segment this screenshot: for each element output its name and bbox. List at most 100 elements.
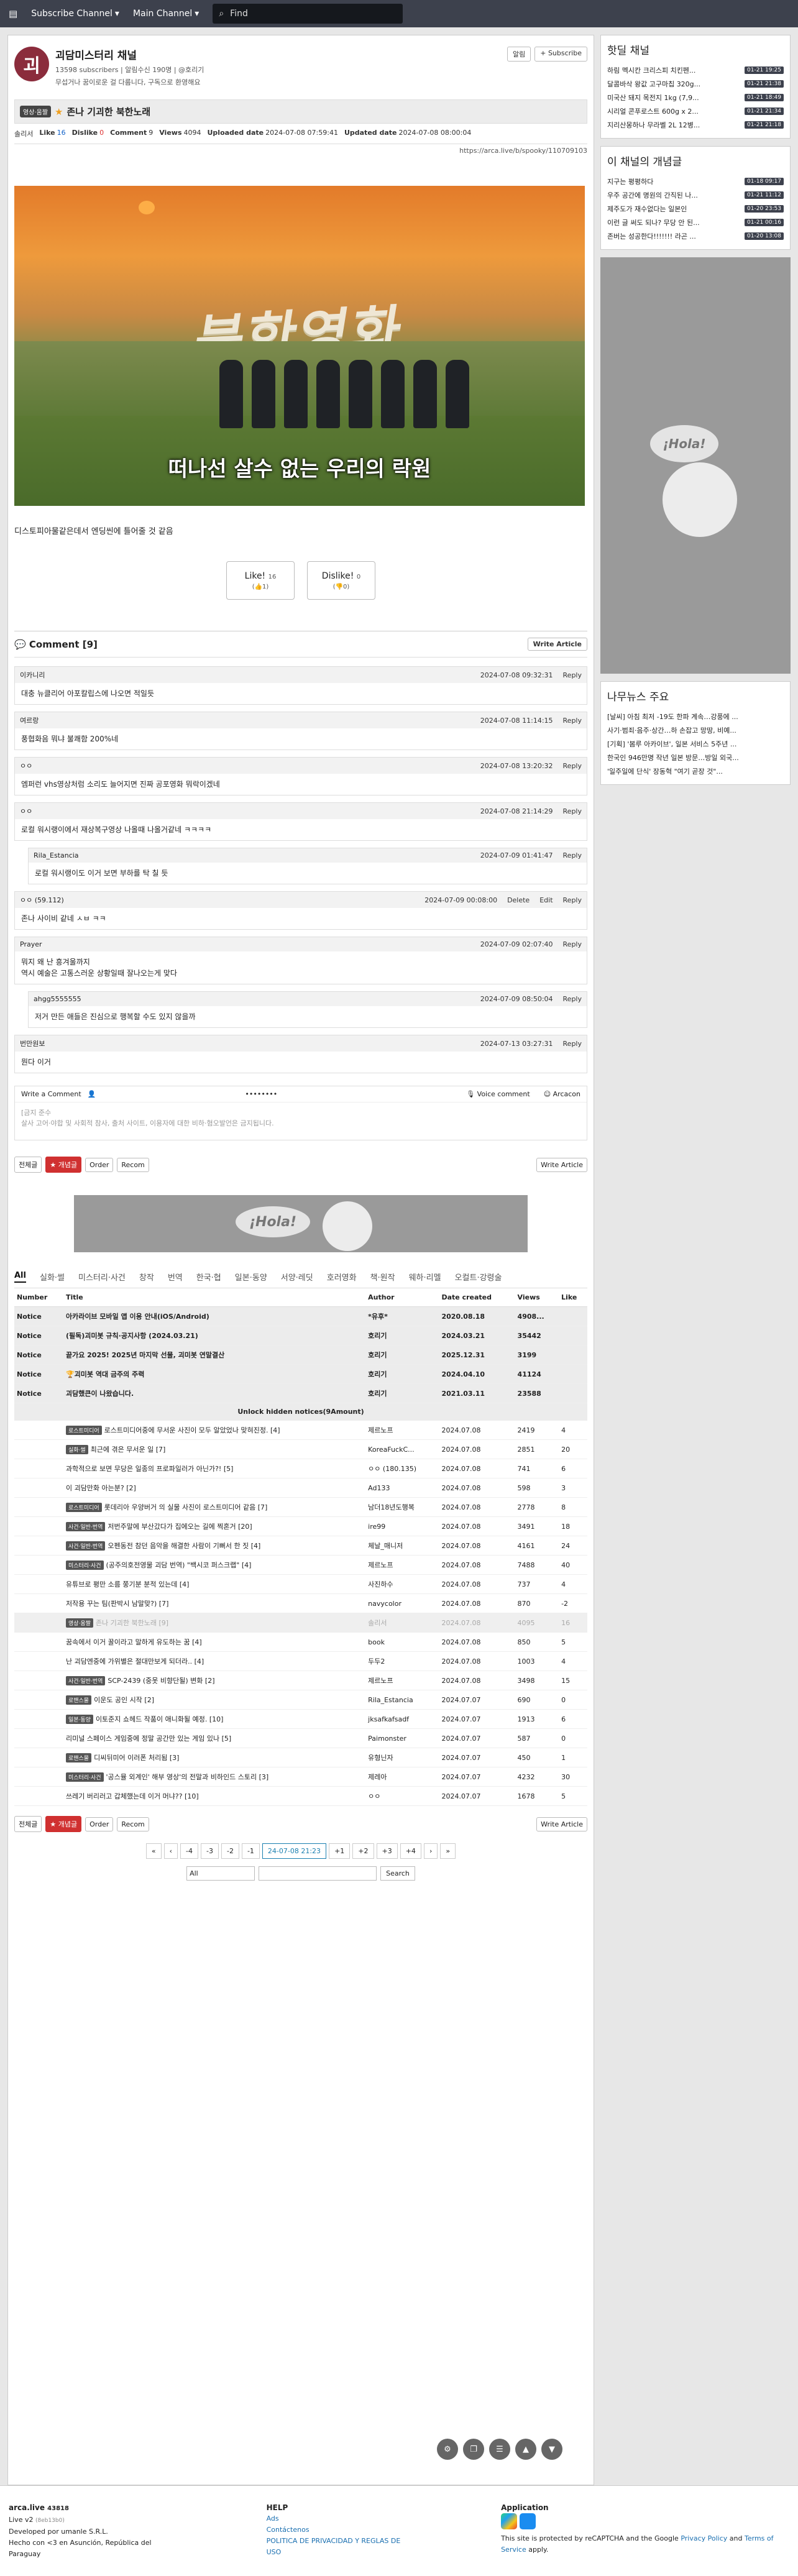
app-store-icon[interactable] (520, 2513, 536, 2529)
page-link[interactable]: -2 (221, 1843, 239, 1859)
cell-t[interactable]: 일본·동양 이토준지 쇼헤드 작품이 애니화될 예정. [10] (63, 1709, 366, 1729)
table-row[interactable]: 사건·일반·번역 저번주말에 부산갔다가 집에오는 길에 찍혼거 [20] ire9… (14, 1516, 587, 1536)
table-row[interactable]: 로맨스물 이운도 공인 시작 [2] Rila_Estancia 2024.07.07… (14, 1690, 587, 1710)
sidebar-link[interactable]: 달콤바삭 왕값 고구마칩 320g... 01-21 21:38 (607, 77, 784, 91)
sidebar-link[interactable]: 우주 공간에 명원의 간직된 나... 01-21 11:12 (607, 188, 784, 202)
page-link[interactable]: +1 (329, 1843, 351, 1859)
cell-t[interactable]: 실화·썰 최근에 겪은 무서운 일 [7] (63, 1439, 366, 1459)
ad-banner[interactable]: ¡Hola! (74, 1195, 528, 1252)
comment-author[interactable]: 번만원보 (20, 1038, 45, 1048)
reply-button[interactable]: Reply (563, 896, 582, 904)
table-row[interactable]: 일본·동양 이토준지 쇼헤드 작품이 애니화될 예정. [10] jksafkafs… (14, 1709, 587, 1729)
arcacon-button[interactable]: ☺ Arcacon (544, 1090, 580, 1098)
cell-t[interactable]: 사건·일반·번역 오펜동전 참던 음악을 해결한 사람이 기뻐서 한 짓 [4] (63, 1536, 366, 1556)
page-link[interactable]: -1 (241, 1843, 260, 1859)
comment-textarea[interactable]: [금지 준수 살사 고어·야합 및 사회적 참사, 출처 사이트, 이용자에 대… (15, 1102, 587, 1140)
best-posts-button[interactable]: ★ 개념글 (45, 1816, 82, 1832)
reply-button[interactable]: Reply (563, 717, 582, 725)
tab-category[interactable]: 호러영화 (327, 1271, 357, 1283)
cell-t[interactable]: 미스터리·사건 '공스뮬 외계인' 해부 영상'의 전말과 비하인드 스토리 [3… (63, 1767, 366, 1787)
news-link[interactable]: 한국인 946만명 작년 일본 방문…방일 외국... (607, 751, 784, 764)
reply-button[interactable]: Reply (563, 940, 582, 948)
comment-author[interactable]: 이카니리 (20, 670, 45, 680)
page-link[interactable]: 24-07-08 21:23 (262, 1843, 327, 1859)
tab-category[interactable]: 서양·레딧 (281, 1271, 313, 1283)
comment-author[interactable]: ahgg5555555 (34, 995, 81, 1003)
cell-t[interactable]: 리미널 스페이스 게임중에 정말 공간만 있는 게임 있나 [5] (63, 1728, 366, 1748)
cell-t[interactable]: 사건·일반·번역 저번주말에 부산갔다가 집에오는 길에 찍혼거 [20] (63, 1516, 366, 1536)
tab-category[interactable]: 번역 (168, 1271, 183, 1283)
cell-t[interactable]: 저작용 꾸는 팀(판박시 남말맞?) [7] (63, 1593, 366, 1613)
edit-button[interactable]: Edit (539, 896, 553, 904)
cell-t[interactable]: 꿈속에서 이거 꿀이라고 말하게 유도하는 꿈 [4] (63, 1632, 366, 1652)
scroll-bottom-icon[interactable]: ▼ (541, 2439, 562, 2460)
cell-t[interactable]: 로스트미디어 로스트미디어중에 무서운 사진이 모두 알았었나 맞혀진정. [4] (63, 1420, 366, 1440)
page-link[interactable]: -3 (201, 1843, 219, 1859)
table-row[interactable]: Notice (필독)괴미봇 규칙·공지사항 (2024.03.21) 호리기 202… (14, 1326, 587, 1345)
table-row[interactable]: 난 괴담엔중에 가위별은 절대만보게 되더라.. [4] 두두2 2024.07.0… (14, 1651, 587, 1671)
sidebar-link[interactable]: 존버는 성공한다!!!!!!! 라곤 ... 01-20 13:08 (607, 229, 784, 243)
table-row[interactable]: 유튜브로 평만 소름 쭝기분 분적 있는데 [4] 사진하수 2024.07.08 7… (14, 1574, 587, 1594)
sidebar-link[interactable]: 하림 멕시칸 크리스피 치킨펜... 01-21 19:25 (607, 63, 784, 77)
recom-select[interactable]: Recom (117, 1817, 149, 1831)
page-link[interactable]: -4 (180, 1843, 199, 1859)
table-row[interactable]: Notice 끝가요 2025! 2025년 마지막 선물, 괴미봇 연말결산 호리… (14, 1345, 587, 1365)
sidebar-link[interactable]: 지리산몽하나 무라벨 2L 12병... 01-21 21:18 (607, 118, 784, 132)
reply-button[interactable]: Reply (563, 995, 582, 1003)
like-button[interactable]: Like! 16 (👍1) (226, 561, 295, 600)
table-row[interactable]: 쓰레기 버리러고 갑체했는데 이거 머냐?? [10] ㅇㅇ 2024.07.07 1… (14, 1786, 587, 1806)
tab-category[interactable]: 실화·썰 (40, 1271, 65, 1283)
voice-comment-button[interactable]: 🎙 Voice comment (466, 1090, 530, 1098)
tab-category[interactable]: 창작 (139, 1271, 154, 1283)
all-posts-button[interactable]: 전체글 (14, 1816, 42, 1832)
cell-t[interactable]: 과학적으로 보면 무당은 일종의 프로파일러가 아닌가?! [5] (63, 1459, 366, 1478)
alarm-button[interactable]: 알림 (507, 47, 531, 62)
scroll-top-icon[interactable]: ▲ (515, 2439, 536, 2460)
comment-author[interactable]: Rila_Estancia (34, 851, 79, 859)
recom-select[interactable]: Recom (117, 1157, 149, 1172)
table-row[interactable]: 사건·일반·번역 SCP-2439 (중못 비향단될) 변화 [2] 제르노프 202… (14, 1671, 587, 1690)
tab-category[interactable]: 한국·협 (196, 1271, 221, 1283)
table-row[interactable]: 꿈속에서 이거 꿀이라고 말하게 유도하는 꿈 [4] book 2024.07.0… (14, 1632, 587, 1652)
password-field[interactable]: •••••••• (245, 1090, 277, 1098)
board-search-input[interactable] (259, 1866, 377, 1881)
table-row[interactable]: Notice 🏆괴미봇 역대 금주의 주력 호리기 2024.04.10 41124 (14, 1364, 587, 1384)
cell-t[interactable]: 로맨스물 이운도 공인 시작 [2] (63, 1690, 366, 1710)
subscribe-button[interactable]: + Subscribe (534, 47, 587, 62)
table-row[interactable]: 리미널 스페이스 게임중에 정말 공간만 있는 게임 있나 [5] Paimons… (14, 1728, 587, 1748)
order-select[interactable]: Order (85, 1817, 114, 1831)
cell-t[interactable]: 로스트미디어 롯데리아 우양버거 의 실물 사진이 로스트미디어 같음 [7] (63, 1497, 366, 1517)
sidebar-link[interactable]: 시리얼 콘푸로스트 600g x 2... 01-21 21:34 (607, 104, 784, 118)
reply-button[interactable]: Reply (563, 762, 582, 770)
cell-t[interactable]: (필독)괴미봇 규칙·공지사항 (2024.03.21) (63, 1326, 366, 1345)
table-row[interactable]: 로스트미디어 로스트미디어중에 무서운 사진이 모두 알았었나 맞혀진정. [4]… (14, 1420, 587, 1440)
news-link[interactable]: 사기·범죄·음주·상간…하 손잡고 망땅, 비예... (607, 723, 784, 737)
sidebar-link[interactable]: 제주도가 재수없다는 일본인 01-20 23:53 (607, 202, 784, 216)
news-link[interactable]: [날씨] 아침 최저 -19도 한파 계속…강풍에 ... (607, 710, 784, 723)
video-player[interactable]: 북한영화 떠나선 살수 없는 우리의 락원 (14, 186, 585, 506)
cell-t[interactable]: 이 괴담만화 아는분? [2] (63, 1478, 366, 1498)
best-posts-button[interactable]: ★ 개념글 (45, 1157, 82, 1173)
table-row[interactable]: Notice 괴담했큰이 나왔습니다. 호리기 2021.03.11 23588 (14, 1383, 587, 1403)
cell-t[interactable]: 사건·일반·번역 SCP-2439 (중못 비향단될) 변화 [2] (63, 1671, 366, 1690)
table-row[interactable]: 로맨스물 디씨뒤미어 이러폰 처리됨 [3] 유형닌자 2024.07.07 450 1 (14, 1748, 587, 1767)
table-row[interactable]: 실화·썰 최근에 겪은 무서운 일 [7] KoreaFuckC... 2024.07… (14, 1439, 587, 1459)
cell-t[interactable]: 로맨스물 디씨뒤미어 이러폰 처리됨 [3] (63, 1748, 366, 1767)
comment-author[interactable]: ㅇㅇ (20, 761, 32, 771)
reply-button[interactable]: Reply (563, 807, 582, 815)
all-posts-button[interactable]: 전체글 (14, 1157, 42, 1173)
news-link[interactable]: '일주일에 단식' 장동혁 "여기 곧장 것"... (607, 764, 784, 778)
news-link[interactable]: [기획] '봄루 아카이브', 일본 서비스 5주년 ... (607, 737, 784, 751)
table-row[interactable]: 미스터리·사건 '공스뮬 외계인' 해부 영상'의 전말과 비하인드 스토리 [3… (14, 1767, 587, 1787)
table-row[interactable]: 사건·일반·번역 오펜동전 참던 음악을 해결한 사람이 기뻐서 한 짓 [4] 체… (14, 1536, 587, 1556)
logo[interactable]: ▤ (9, 8, 17, 19)
main-channel-menu[interactable]: Main Channel ▾ (133, 9, 199, 19)
tab-category[interactable]: 미스터리·사건 (78, 1271, 126, 1283)
copy-icon[interactable]: ❐ (463, 2439, 484, 2460)
policy-link[interactable]: POLITICA DE PRIVACIDAD Y REGLAS DE USO (267, 2536, 401, 2558)
search-input[interactable]: ⌕ Find (213, 4, 403, 24)
comment-author[interactable]: ㅇㅇ (20, 806, 32, 816)
cell-t[interactable]: 아카라이브 모바일 앱 이용 안내(iOS/Android) (63, 1306, 366, 1326)
sidebar-link[interactable]: 이런 글 써도 되나? 무당 안 된... 01-21 00:16 (607, 216, 784, 229)
write-article-button[interactable]: Write Article (527, 638, 587, 651)
